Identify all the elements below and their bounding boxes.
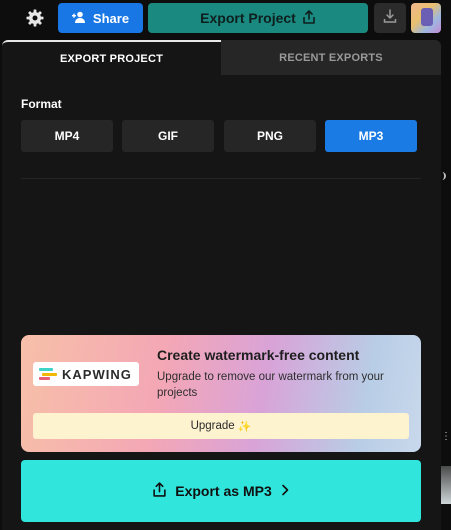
- upgrade-label: Upgrade: [190, 420, 235, 432]
- tab-export-project[interactable]: EXPORT PROJECT: [2, 40, 221, 75]
- promo-title: Create watermark-free content: [157, 347, 360, 363]
- tab-recent-exports[interactable]: RECENT EXPORTS: [221, 40, 441, 75]
- format-option-png[interactable]: PNG: [224, 120, 316, 152]
- share-button[interactable]: Share: [58, 3, 143, 33]
- kapwing-logo-icon: [39, 368, 57, 380]
- sparkle-icon: ✨: [237, 420, 252, 433]
- add-person-icon: [71, 11, 87, 26]
- background-edge: [441, 40, 451, 530]
- format-option-mp3[interactable]: MP3: [325, 120, 417, 152]
- upgrade-button[interactable]: Upgrade ✨: [33, 413, 409, 439]
- top-bar: Share Export Project: [0, 0, 451, 38]
- format-option-gif[interactable]: GIF: [122, 120, 214, 152]
- divider: [21, 178, 421, 179]
- format-option-mp4[interactable]: MP4: [21, 120, 113, 152]
- watermark-promo-card: KAPWING Create watermark-free content Up…: [21, 335, 421, 452]
- format-label: Format: [21, 97, 62, 111]
- avatar[interactable]: [411, 3, 441, 33]
- kapwing-logo: KAPWING: [33, 362, 139, 386]
- edge-thumbnail: [441, 466, 451, 504]
- kapwing-logo-text: KAPWING: [62, 366, 132, 382]
- export-as-mp3-button[interactable]: Export as MP3: [21, 460, 421, 522]
- gear-icon[interactable]: [25, 8, 45, 28]
- share-upload-icon: [152, 482, 167, 500]
- export-as-mp3-label: Export as MP3: [175, 483, 272, 499]
- export-project-button[interactable]: Export Project: [148, 3, 368, 33]
- export-panel: EXPORT PROJECT RECENT EXPORTS Format MP4…: [2, 40, 441, 530]
- chevron-right-icon: [280, 483, 290, 499]
- download-icon: [383, 8, 397, 28]
- edge-dots-icon: ⋮: [441, 431, 451, 442]
- export-project-label: Export Project: [200, 10, 296, 26]
- share-label: Share: [92, 10, 130, 26]
- promo-description: Upgrade to remove our watermark from you…: [157, 371, 384, 399]
- download-button[interactable]: [374, 3, 406, 33]
- share-upload-icon: [302, 9, 316, 27]
